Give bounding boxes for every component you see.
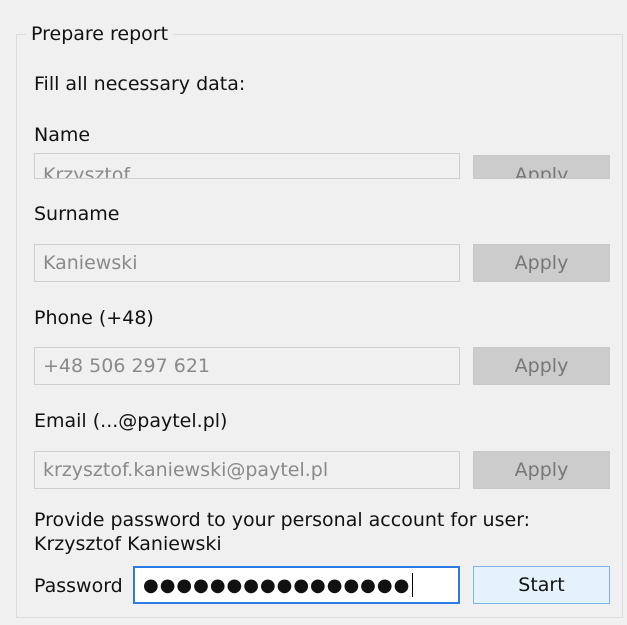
email-input[interactable]: krzysztof.kaniewski@paytel.pl bbox=[34, 451, 460, 489]
surname-input[interactable]: Kaniewski bbox=[34, 244, 460, 282]
instruction-text: Fill all necessary data: bbox=[34, 73, 246, 95]
surname-label: Surname bbox=[34, 203, 120, 225]
password-input[interactable]: ●●●●●●●●●●●●●●●● bbox=[133, 566, 460, 604]
phone-label: Phone (+48) bbox=[34, 307, 154, 329]
name-apply-button[interactable]: Apply bbox=[473, 155, 610, 179]
name-label: Name bbox=[34, 124, 91, 146]
phone-apply-button[interactable]: Apply bbox=[473, 347, 610, 385]
password-masked-value: ●●●●●●●●●●●●●●●● bbox=[143, 574, 411, 596]
prepare-report-panel: Prepare report Fill all necessary data: … bbox=[0, 0, 627, 625]
name-input[interactable]: Krzysztof bbox=[34, 153, 460, 179]
surname-input-value: Kaniewski bbox=[43, 252, 138, 274]
password-hint: Provide password to your personal accoun… bbox=[34, 509, 531, 555]
name-input-value: Krzysztof bbox=[43, 164, 131, 179]
surname-apply-button-label: Apply bbox=[514, 252, 569, 274]
email-input-value: krzysztof.kaniewski@paytel.pl bbox=[43, 459, 329, 481]
phone-apply-button-label: Apply bbox=[514, 355, 569, 377]
name-apply-button-label: Apply bbox=[514, 164, 569, 179]
email-apply-button[interactable]: Apply bbox=[473, 451, 610, 489]
surname-apply-button[interactable]: Apply bbox=[473, 244, 610, 282]
start-button-label: Start bbox=[518, 574, 565, 596]
email-label: Email (...@paytel.pl) bbox=[34, 410, 228, 432]
password-label: Password bbox=[34, 575, 123, 597]
phone-input[interactable]: +48 506 297 621 bbox=[34, 347, 460, 385]
email-apply-button-label: Apply bbox=[514, 459, 569, 481]
phone-input-value: +48 506 297 621 bbox=[43, 355, 211, 377]
text-cursor bbox=[412, 573, 414, 597]
groupbox-title: Prepare report bbox=[26, 22, 174, 46]
start-button[interactable]: Start bbox=[473, 566, 610, 604]
